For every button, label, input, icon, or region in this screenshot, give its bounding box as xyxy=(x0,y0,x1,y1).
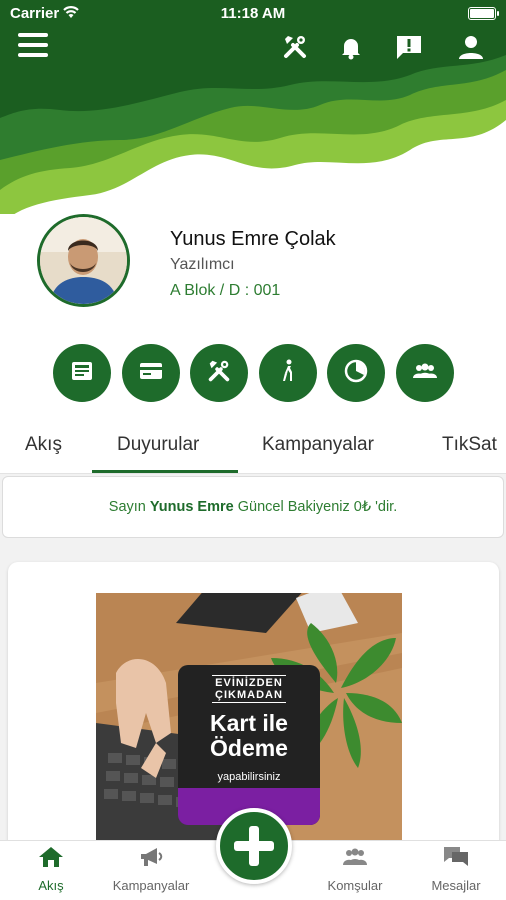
report-button[interactable] xyxy=(327,344,385,402)
walk-icon xyxy=(275,358,301,389)
card-icon xyxy=(138,358,164,389)
menu-button[interactable] xyxy=(18,33,48,61)
news-button[interactable] xyxy=(53,344,111,402)
tools-icon xyxy=(205,357,233,390)
megaphone-icon xyxy=(137,848,165,873)
tab-bar: Akış Duyurular Kampanyalar TıkSat xyxy=(0,414,506,474)
nav-akis-label: Akış xyxy=(38,878,64,893)
promo-title2: Ödeme xyxy=(210,735,288,761)
tab-tiksat[interactable]: TıkSat xyxy=(442,434,497,456)
bell-icon[interactable] xyxy=(336,32,366,62)
add-button[interactable] xyxy=(216,808,292,884)
nav-kampanyalar-label: Kampanyalar xyxy=(112,878,190,893)
tab-akis[interactable]: Akış xyxy=(25,434,62,456)
tab-kampanyalar[interactable]: Kampanyalar xyxy=(262,434,374,456)
profile-role: Yazılımcı xyxy=(170,256,235,273)
walk-button[interactable] xyxy=(259,344,317,402)
nav-kampanyalar[interactable]: Kampanyalar xyxy=(101,845,201,893)
nav-komsular[interactable]: Komşular xyxy=(305,845,405,893)
nav-mesajlar[interactable]: Mesajlar xyxy=(406,845,506,893)
neighbors-icon xyxy=(340,848,370,873)
balance-card: Sayın Yunus Emre Güncel Bakiyeniz 0₺ 'di… xyxy=(2,476,504,538)
user-icon[interactable] xyxy=(456,32,486,62)
quick-actions xyxy=(0,344,506,414)
profile-name: Yunus Emre Çolak xyxy=(170,228,336,250)
promo-subtitle: yapabilirsiniz xyxy=(217,771,281,783)
nav-akis[interactable]: Akış xyxy=(1,845,101,893)
card-button[interactable] xyxy=(122,344,180,402)
avatar[interactable] xyxy=(37,214,130,307)
plus-icon xyxy=(220,812,288,880)
header: Carrier 11:18 AM xyxy=(0,0,506,230)
home-icon xyxy=(37,847,65,873)
balance-name: Yunus Emre xyxy=(149,499,234,515)
tab-duyurular[interactable]: Duyurular xyxy=(117,434,199,456)
messages-icon xyxy=(441,847,471,873)
nav-mesajlar-label: Mesajlar xyxy=(431,878,481,893)
news-icon xyxy=(69,358,95,389)
status-time: 11:18 AM xyxy=(220,5,286,22)
pie-chart-icon xyxy=(343,358,369,389)
profile-unit: A Blok / D : 001 xyxy=(170,282,281,299)
promo-title1: Kart ile xyxy=(210,710,288,736)
promo-text: EVİNİZDEN ÇIKMADAN Kart ile Ödeme yapabi… xyxy=(178,675,320,783)
neighbors-button[interactable] xyxy=(396,344,454,402)
profile-section: Yunus Emre Çolak Yazılımcı A Blok / D : … xyxy=(0,214,506,344)
top-bar xyxy=(0,30,506,66)
promo-line1: EVİNİZDEN xyxy=(215,677,283,689)
active-tab-indicator xyxy=(92,470,238,473)
feedback-icon[interactable] xyxy=(394,32,424,62)
nav-komsular-label: Komşular xyxy=(327,878,383,893)
group-icon xyxy=(411,358,439,389)
tools-button[interactable] xyxy=(190,344,248,402)
balance-prefix: Sayın xyxy=(108,499,150,515)
promo-line2: ÇIKMADAN xyxy=(215,689,283,701)
status-bar: Carrier 11:18 AM xyxy=(0,0,506,28)
tools-icon[interactable] xyxy=(280,32,310,62)
balance-text: Güncel Bakiyeniz 0₺ 'dir. xyxy=(233,499,398,515)
battery-icon xyxy=(468,7,499,20)
